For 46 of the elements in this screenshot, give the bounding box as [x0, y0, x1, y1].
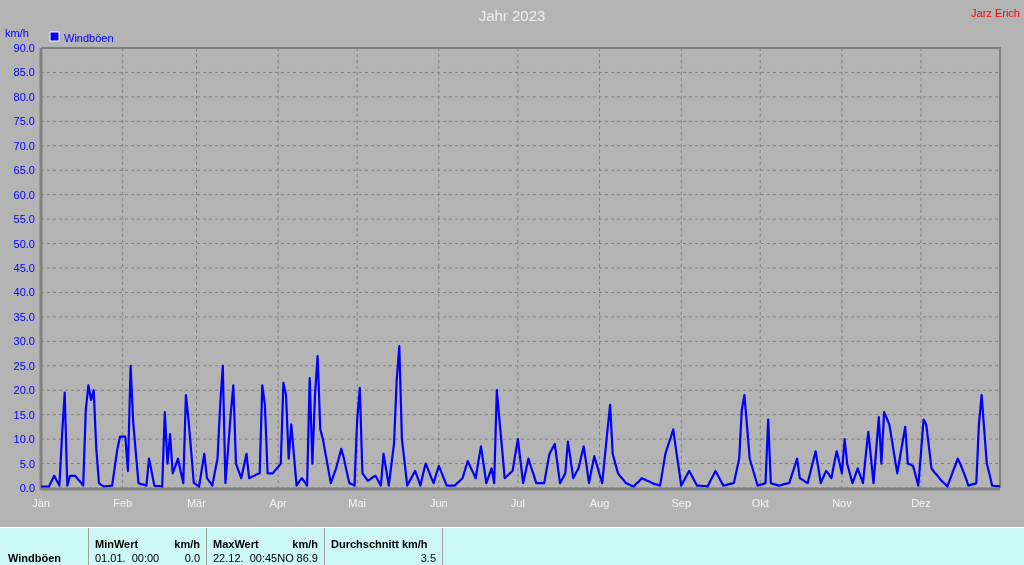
- chart-title: Jahr 2023: [478, 7, 546, 24]
- y-tick-label: 85.0: [13, 66, 35, 79]
- y-tick-label: 90.0: [13, 42, 35, 54]
- x-tick-label: Dez: [911, 497, 931, 509]
- column-header: MinWert: [95, 538, 139, 550]
- x-tick-label: Sep: [671, 497, 691, 509]
- row-label: Windböen: [8, 552, 62, 564]
- stat-value: 3.5: [420, 552, 436, 564]
- y-tick-label: 30.0: [13, 335, 35, 348]
- column-unit: km/h: [292, 538, 318, 550]
- column-unit: km/h: [174, 538, 200, 550]
- y-tick-label: 65.0: [13, 164, 35, 177]
- x-tick-label: Nov: [832, 497, 852, 509]
- y-tick-label: 55.0: [13, 213, 35, 226]
- y-tick-label: 40.0: [13, 286, 35, 299]
- timestamp: 22.12. 00:45NO: [213, 552, 294, 564]
- x-tick-label: Feb: [113, 497, 133, 509]
- y-tick-label: 35.0: [13, 310, 35, 323]
- legend-label: Windböen: [64, 32, 114, 44]
- y-tick-label: 60.0: [13, 188, 35, 201]
- y-tick-label: 25.0: [13, 359, 35, 372]
- y-tick-label: 45.0: [13, 262, 35, 274]
- stat-value: 86.9: [296, 552, 318, 564]
- y-axis-unit: km/h: [5, 27, 29, 39]
- y-tick-label: 15.0: [13, 408, 35, 421]
- column-header: Durchschnitt km/h: [331, 538, 428, 550]
- y-tick-label: 70.0: [13, 139, 35, 152]
- y-tick-label: 5.0: [19, 457, 35, 470]
- y-tick-label: 20.0: [13, 384, 35, 397]
- column-header: MaxWert: [213, 538, 259, 550]
- x-tick-label: Apr: [269, 497, 287, 509]
- y-tick-label: 50.0: [13, 237, 35, 250]
- x-tick-label: Mär: [186, 497, 206, 509]
- timestamp: 01.01. 00:00: [95, 552, 160, 564]
- y-tick-label: 75.0: [13, 115, 35, 128]
- author-name: Jarz Erich: [971, 7, 1020, 19]
- x-tick-label: Jän: [32, 497, 50, 509]
- y-tick-label: 10.0: [13, 433, 35, 446]
- x-tick-label: Mai: [348, 497, 366, 509]
- y-tick-label: 0.0: [19, 482, 35, 494]
- x-tick-label: Jul: [510, 497, 525, 509]
- x-tick-label: Okt: [751, 497, 769, 509]
- stat-value: 0.0: [184, 552, 200, 564]
- y-tick-label: 80.0: [13, 90, 35, 103]
- x-tick-label: Jun: [429, 497, 448, 509]
- x-tick-label: Aug: [589, 497, 610, 509]
